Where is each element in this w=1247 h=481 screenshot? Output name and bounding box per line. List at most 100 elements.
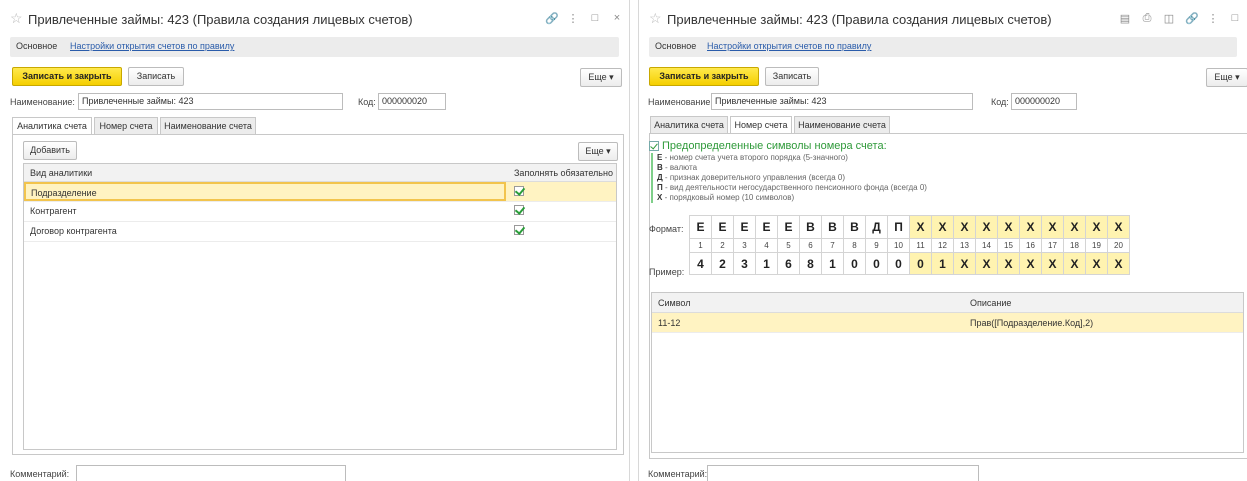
example-cell: Х — [975, 252, 998, 275]
tab-account-analytics[interactable]: Аналитика счета — [12, 117, 92, 135]
favorite-star-icon[interactable]: ☆ — [10, 11, 24, 25]
tab-account-analytics[interactable]: Аналитика счета — [650, 116, 728, 134]
column-header-symbol[interactable]: Символ — [658, 293, 690, 312]
tab-account-name[interactable]: Наименование счета — [794, 116, 890, 134]
row-analytics-name[interactable]: Подразделение — [24, 182, 506, 201]
preview-icon[interactable]: ◫ — [1163, 12, 1175, 25]
required-checkbox[interactable] — [514, 205, 524, 215]
symbol-cell[interactable]: 11-12 — [658, 313, 680, 332]
legend-list: Е - номер счета учета второго порядка (5… — [651, 153, 927, 203]
position-number-cell: 16 — [1019, 238, 1042, 253]
more-button[interactable]: Еще ▾ — [580, 68, 622, 87]
more-actions-icon[interactable]: ⋮ — [567, 12, 579, 25]
favorite-star-icon[interactable]: ☆ — [649, 11, 663, 25]
position-number-cell: 7 — [821, 238, 844, 253]
report-icon[interactable]: ▤ — [1119, 12, 1131, 25]
format-label: Формат: — [649, 224, 684, 234]
format-cell: Х — [1019, 215, 1042, 239]
column-header-required[interactable]: Заполнять обязательно — [514, 164, 613, 181]
tab-account-number[interactable]: Номер счета — [730, 116, 792, 134]
link-icon[interactable]: 🔗 — [1185, 12, 1199, 25]
nav-main[interactable]: Основное — [655, 41, 696, 51]
tab-account-name[interactable]: Наименование счета — [160, 117, 256, 135]
code-input[interactable]: 000000020 — [1011, 93, 1077, 110]
format-cell: Е — [755, 215, 778, 239]
position-number-cell: 20 — [1107, 238, 1130, 253]
add-button[interactable]: Добавить — [23, 141, 77, 160]
example-cell: 0 — [887, 252, 910, 275]
close-icon[interactable]: × — [611, 12, 623, 25]
column-header-description[interactable]: Описание — [970, 293, 1011, 312]
position-number-cell: 5 — [777, 238, 800, 253]
nav-link-open-settings[interactable]: Настройки открытия счетов по правилу — [707, 41, 871, 51]
comment-input[interactable] — [76, 465, 346, 481]
format-cell: П — [887, 215, 910, 239]
format-cell: Е — [689, 215, 712, 239]
format-cell: В — [821, 215, 844, 239]
save-and-close-button[interactable]: Записать и закрыть — [12, 67, 122, 86]
format-cell: Е — [733, 215, 756, 239]
format-cell: В — [799, 215, 822, 239]
save-button[interactable]: Записать — [128, 67, 184, 86]
format-cell: Х — [1041, 215, 1064, 239]
position-number-cell: 3 — [733, 238, 756, 253]
description-cell[interactable]: Прав([Подразделение.Код],2) — [970, 313, 1093, 332]
example-cell: Х — [953, 252, 976, 275]
position-number-cell: 13 — [953, 238, 976, 253]
position-number-cell: 6 — [799, 238, 822, 253]
legend-title[interactable]: Предопределенные символы номера счета: — [649, 140, 887, 152]
table-row[interactable]: Подразделение — [24, 182, 616, 202]
required-checkbox[interactable] — [514, 225, 524, 235]
format-cell: Х — [975, 215, 998, 239]
nav-main[interactable]: Основное — [16, 41, 57, 51]
nav-link-open-settings[interactable]: Настройки открытия счетов по правилу — [70, 41, 234, 51]
example-cell: 4 — [689, 252, 712, 275]
link-icon[interactable]: 🔗 — [545, 12, 559, 25]
title-bar: ☆ Привлеченные займы: 423 (Правила созда… — [0, 0, 629, 34]
position-number-cell: 15 — [997, 238, 1020, 253]
print-icon[interactable]: ⎙ — [1141, 12, 1153, 25]
table-row[interactable]: Договор контрагента — [24, 222, 616, 242]
save-and-close-button[interactable]: Записать и закрыть — [649, 67, 759, 86]
legend-line: В - валюта — [657, 163, 927, 173]
name-input[interactable]: Привлеченные займы: 423 — [711, 93, 973, 110]
column-header-analytics-type[interactable]: Вид аналитики — [30, 164, 92, 181]
example-cell: 1 — [821, 252, 844, 275]
window-left: ☆ Привлеченные займы: 423 (Правила созда… — [0, 0, 630, 481]
format-cell: Д — [865, 215, 888, 239]
format-grid: ЕЕЕЕЕВВВДПХХХХХХХХХХ 1 2 3 4 5 6 7 8 9 10 11 12 13 14… — [689, 215, 1130, 275]
row-analytics-name[interactable]: Контрагент — [30, 202, 77, 221]
save-button[interactable]: Записать — [765, 67, 819, 86]
example-cell: Х — [997, 252, 1020, 275]
name-label: Наименование: — [648, 97, 713, 107]
example-cell: 0 — [843, 252, 866, 275]
required-checkbox[interactable] — [514, 186, 524, 196]
symbols-grid: Символ Описание 11-12 Прав([Подразделени… — [651, 292, 1244, 453]
format-cell: В — [843, 215, 866, 239]
position-number-cell: 1 — [689, 238, 712, 253]
example-cell: Х — [1019, 252, 1042, 275]
format-cell: Е — [777, 215, 800, 239]
format-cell: Х — [1085, 215, 1108, 239]
comment-input[interactable] — [707, 465, 979, 481]
tab-account-number[interactable]: Номер счета — [94, 117, 158, 135]
title-bar: ☆ Привлеченные займы: 423 (Правила созда… — [639, 0, 1247, 34]
table-row[interactable]: 11-12 Прав([Подразделение.Код],2) — [652, 313, 1243, 333]
maximize-icon[interactable]: □ — [1229, 12, 1241, 25]
format-cell: Х — [997, 215, 1020, 239]
title-bar-icons: ▤ ⎙ ◫ 🔗 ⋮ □ — [1119, 12, 1241, 25]
window-title: Привлеченные займы: 423 (Правила создани… — [667, 12, 1052, 27]
name-input[interactable]: Привлеченные займы: 423 — [78, 93, 343, 110]
table-row[interactable]: Контрагент — [24, 202, 616, 222]
more-button[interactable]: Еще ▾ — [1206, 68, 1247, 87]
legend-text: - признак доверительного управления (все… — [662, 173, 845, 182]
example-cell: 1 — [755, 252, 778, 275]
example-row: 423168100001ХХХХХХХХ — [689, 252, 1130, 275]
code-input[interactable]: 000000020 — [378, 93, 446, 110]
grid-more-button[interactable]: Еще ▾ — [578, 142, 618, 161]
more-actions-icon[interactable]: ⋮ — [1207, 12, 1219, 25]
maximize-icon[interactable]: □ — [589, 12, 601, 25]
row-analytics-name[interactable]: Договор контрагента — [30, 222, 117, 241]
form-navigation: Основное Настройки открытия счетов по пр… — [649, 37, 1237, 57]
legend-collapse-checkbox[interactable] — [649, 141, 659, 151]
